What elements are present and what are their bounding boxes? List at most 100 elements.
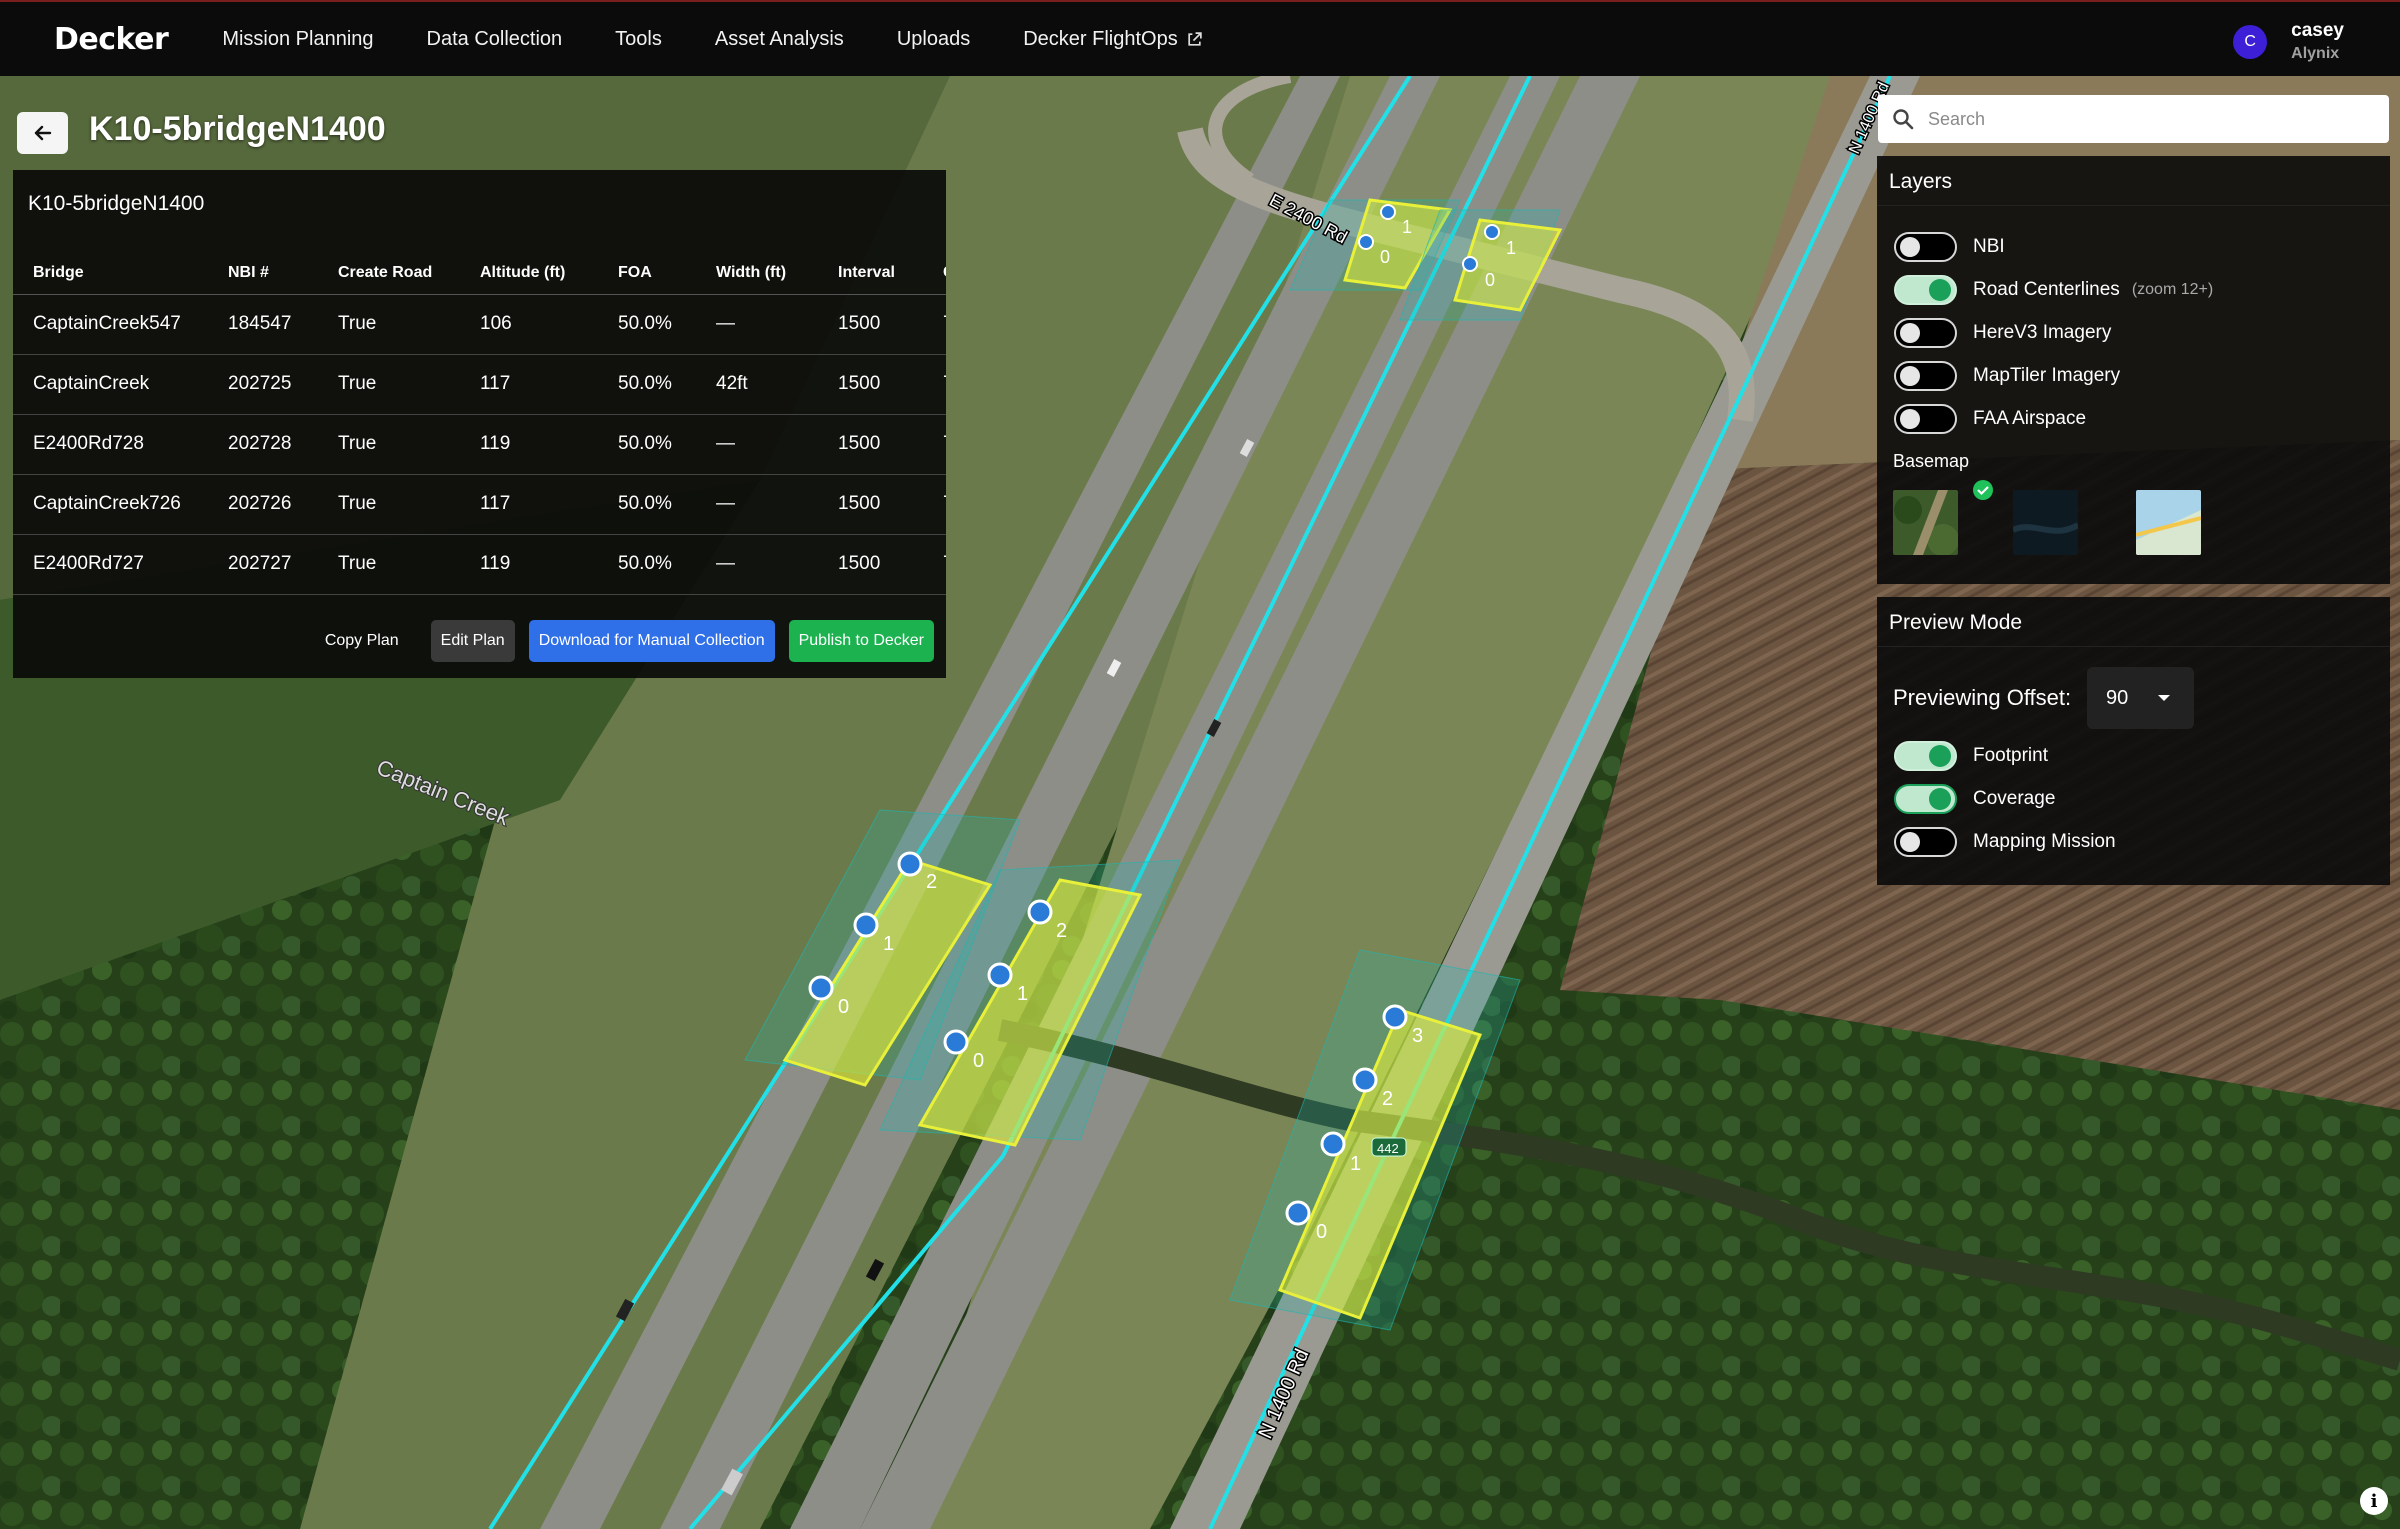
- search-box: [1878, 95, 2389, 143]
- column-header[interactable]: C: [923, 252, 946, 295]
- back-button[interactable]: [17, 112, 68, 154]
- nav-mission-planning[interactable]: Mission Planning: [222, 28, 373, 51]
- table-cell: 7: [923, 474, 946, 535]
- toggle-switch[interactable]: [1894, 827, 1957, 857]
- toggle-switch[interactable]: [1894, 318, 1957, 348]
- table-row[interactable]: E2400Rd727202727True11950.0%—15007: [13, 534, 946, 595]
- layer-label: NBI: [1973, 236, 2005, 257]
- table-cell: True: [318, 414, 460, 475]
- table-row[interactable]: E2400Rd728202728True11950.0%—15007: [13, 414, 946, 475]
- basemap-satellite[interactable]: [1893, 490, 1958, 555]
- table-cell: 7: [923, 414, 946, 475]
- user-info: casey Alynix: [2291, 20, 2344, 63]
- table-cell: 50.0%: [598, 474, 696, 535]
- table-cell: 50.0%: [598, 294, 696, 355]
- layer-toggle-road-centerlines[interactable]: Road Centerlines (zoom 12+): [1894, 275, 2213, 305]
- chevron-down-icon: [2158, 695, 2170, 701]
- preview-toggle-label: Coverage: [1973, 788, 2056, 809]
- waypoint-label: 2: [1382, 1088, 1393, 1110]
- toggle-switch[interactable]: [1894, 741, 1957, 771]
- preview-toggle-footprint[interactable]: Footprint: [1894, 741, 2048, 771]
- satellite-thumbnail: [1893, 490, 1958, 555]
- preview-toggle-coverage[interactable]: Coverage: [1894, 784, 2055, 814]
- edit-plan-button[interactable]: Edit Plan: [430, 620, 515, 662]
- table-cell: 202728: [208, 414, 318, 475]
- toggle-switch[interactable]: [1894, 275, 1957, 305]
- brand-logo[interactable]: Decker: [54, 22, 169, 57]
- table-cell: 184547: [208, 294, 318, 355]
- top-navigation-bar: Decker Mission Planning Data Collection …: [0, 0, 2400, 76]
- copy-plan-button[interactable]: Copy Plan: [307, 620, 417, 662]
- basemap-label: Basemap: [1893, 451, 1970, 471]
- column-header[interactable]: NBI #: [208, 252, 318, 295]
- table-cell: —: [696, 534, 818, 595]
- nav-uploads[interactable]: Uploads: [897, 28, 970, 51]
- layer-toggle-maptiler-imagery[interactable]: MapTiler Imagery: [1894, 361, 2120, 391]
- table-cell: 50.0%: [598, 354, 696, 415]
- nav-asset-analysis[interactable]: Asset Analysis: [715, 28, 844, 51]
- nav-decker-flightops[interactable]: Decker FlightOps: [1023, 28, 1203, 51]
- table-cell: 119: [460, 534, 598, 595]
- toggle-switch[interactable]: [1894, 232, 1957, 262]
- table-cell: CaptainCreek726: [13, 474, 208, 535]
- nav-label: Uploads: [896, 27, 971, 50]
- table-cell: CaptainCreek: [13, 354, 208, 415]
- column-header[interactable]: Interval: [818, 252, 923, 295]
- table-cell: 7: [923, 354, 946, 415]
- layer-label: HereV3 Imagery: [1973, 322, 2112, 343]
- column-header[interactable]: Altitude (ft): [460, 252, 598, 295]
- layer-toggle-faa-airspace[interactable]: FAA Airspace: [1894, 404, 2086, 434]
- table-cell: 202726: [208, 474, 318, 535]
- search-input[interactable]: [1928, 108, 2368, 130]
- page-title: K10-5bridgeN1400: [89, 110, 386, 148]
- dark-thumbnail: [2013, 490, 2078, 555]
- download-manual-collection-button[interactable]: Download for Manual Collection: [528, 620, 775, 662]
- user-menu[interactable]: C casey Alynix: [2233, 20, 2344, 63]
- table-cell: 7: [923, 294, 946, 355]
- preview-toggle-mapping-mission[interactable]: Mapping Mission: [1894, 827, 2116, 857]
- nav-label: Asset Analysis: [714, 27, 844, 50]
- basemap-streets[interactable]: [2136, 490, 2201, 555]
- table-cell: CaptainCreek547: [13, 294, 208, 355]
- toggle-switch[interactable]: [1894, 784, 1957, 814]
- table-cell: 117: [460, 474, 598, 535]
- publish-to-decker-button[interactable]: Publish to Decker: [788, 620, 934, 662]
- table-cell: —: [696, 474, 818, 535]
- column-header[interactable]: Bridge: [13, 252, 208, 295]
- plan-table-panel: K10-5bridgeN1400 Bridge NBI # Create Roa…: [13, 170, 946, 678]
- offset-select[interactable]: 90: [2087, 667, 2194, 729]
- table-cell: 1500: [818, 414, 923, 475]
- plan-actions: Copy Plan Edit Plan Download for Manual …: [307, 620, 934, 662]
- column-header[interactable]: Width (ft): [696, 252, 818, 295]
- column-header[interactable]: Create Road: [318, 252, 460, 295]
- bridge-table: Bridge NBI # Create Road Altitude (ft) F…: [13, 252, 946, 595]
- info-icon[interactable]: i: [2360, 1487, 2388, 1515]
- table-cell: 117: [460, 354, 598, 415]
- column-header[interactable]: FOA: [598, 252, 696, 295]
- table-cell: 1500: [818, 474, 923, 535]
- layers-panel: Layers NBI Road Centerlines (zoom 12+) H…: [1877, 156, 2390, 584]
- user-name: casey: [2291, 20, 2344, 41]
- table-row[interactable]: CaptainCreek726202726True11750.0%—15007: [13, 474, 946, 535]
- table-cell: True: [318, 474, 460, 535]
- table-cell: 202727: [208, 534, 318, 595]
- layer-label: Road Centerlines: [1973, 279, 2120, 300]
- table-cell: True: [318, 294, 460, 355]
- table-cell: —: [696, 414, 818, 475]
- table-cell: True: [318, 354, 460, 415]
- nav-tools[interactable]: Tools: [615, 28, 662, 51]
- table-row[interactable]: CaptainCreek547184547True10650.0%—15007: [13, 294, 946, 355]
- table-cell: 7: [923, 534, 946, 595]
- layer-toggle-nbi[interactable]: NBI: [1894, 232, 2005, 262]
- toggle-switch[interactable]: [1894, 404, 1957, 434]
- toggle-switch[interactable]: [1894, 361, 1957, 391]
- selected-check-icon: [1973, 480, 1993, 500]
- table-row[interactable]: CaptainCreek202725True11750.0%42ft15007: [13, 354, 946, 415]
- layer-toggle-herev3-imagery[interactable]: HereV3 Imagery: [1894, 318, 2111, 348]
- waypoint-label: 2: [926, 871, 937, 893]
- offset-value: 90: [2106, 686, 2129, 709]
- waypoint-label: 2: [1056, 920, 1067, 942]
- nav-data-collection[interactable]: Data Collection: [427, 28, 563, 51]
- offset-label: Previewing Offset:: [1893, 685, 2072, 710]
- basemap-dark[interactable]: [2013, 490, 2078, 555]
